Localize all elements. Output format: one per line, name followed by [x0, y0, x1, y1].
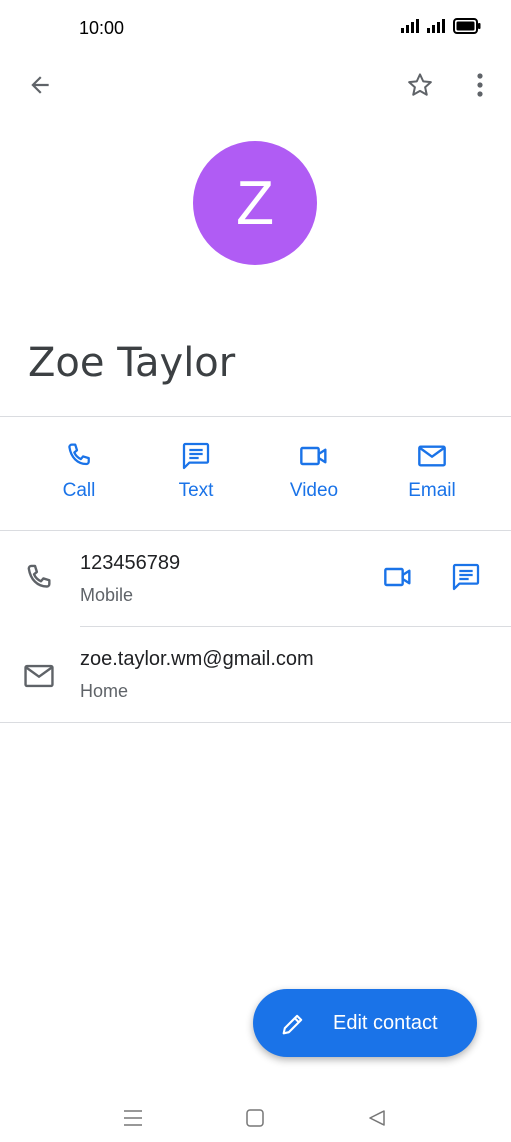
status-icons	[401, 18, 481, 34]
send-message-button[interactable]	[446, 557, 486, 597]
text-action[interactable]: Text	[151, 440, 241, 502]
video-label: Video	[289, 480, 339, 501]
back-button[interactable]	[18, 63, 62, 107]
menu-icon	[124, 1110, 142, 1126]
text-label: Text	[178, 480, 214, 501]
email-type: Home	[80, 681, 129, 701]
phone-number: 123456789	[80, 552, 181, 574]
signal-icon	[401, 19, 419, 33]
triangle-back-icon	[369, 1110, 385, 1126]
quick-actions: Call Text Video Email	[0, 418, 511, 530]
app-bar	[0, 56, 511, 116]
more-options-button[interactable]	[458, 63, 502, 107]
video-icon	[300, 446, 327, 466]
divider	[0, 416, 511, 417]
home-button[interactable]	[235, 1098, 275, 1138]
star-icon	[408, 73, 432, 96]
signal-icon-2	[427, 19, 445, 33]
arrow-back-icon	[31, 76, 49, 94]
message-icon	[452, 563, 480, 591]
edit-contact-label: Edit contact	[333, 1012, 438, 1034]
video-icon	[384, 567, 411, 587]
divider	[0, 722, 511, 723]
email-row[interactable]: zoe.taylor.wm@gmail.com Home	[0, 627, 511, 723]
phone-icon	[68, 443, 90, 466]
email-address: zoe.taylor.wm@gmail.com	[80, 648, 314, 670]
back-nav-button[interactable]	[357, 1098, 397, 1138]
contact-name: Zoe Taylor	[28, 340, 236, 386]
email-action[interactable]: Email	[387, 440, 477, 502]
recents-button[interactable]	[113, 1098, 153, 1138]
more-vert-icon	[477, 73, 483, 97]
message-icon	[182, 442, 210, 470]
video-action[interactable]: Video	[269, 440, 359, 502]
phone-icon	[27, 564, 51, 588]
navigation-bar	[0, 1090, 511, 1142]
phone-row[interactable]: 123456789 Mobile	[0, 531, 511, 627]
call-action[interactable]: Call	[34, 440, 124, 502]
square-icon	[246, 1109, 264, 1127]
email-icon	[418, 445, 446, 467]
avatar: Z	[193, 141, 317, 265]
status-bar: 10:00	[0, 0, 511, 56]
status-time: 10:00	[79, 18, 125, 38]
pencil-icon	[282, 1014, 303, 1035]
avatar-initial: Z	[236, 168, 274, 238]
call-label: Call	[62, 480, 96, 501]
battery-icon	[453, 18, 481, 34]
email-icon	[24, 664, 54, 688]
video-call-button[interactable]	[378, 557, 418, 597]
email-label: Email	[408, 480, 456, 501]
favorite-button[interactable]	[398, 63, 442, 107]
phone-type: Mobile	[80, 585, 134, 605]
edit-contact-button[interactable]: Edit contact	[253, 989, 477, 1057]
